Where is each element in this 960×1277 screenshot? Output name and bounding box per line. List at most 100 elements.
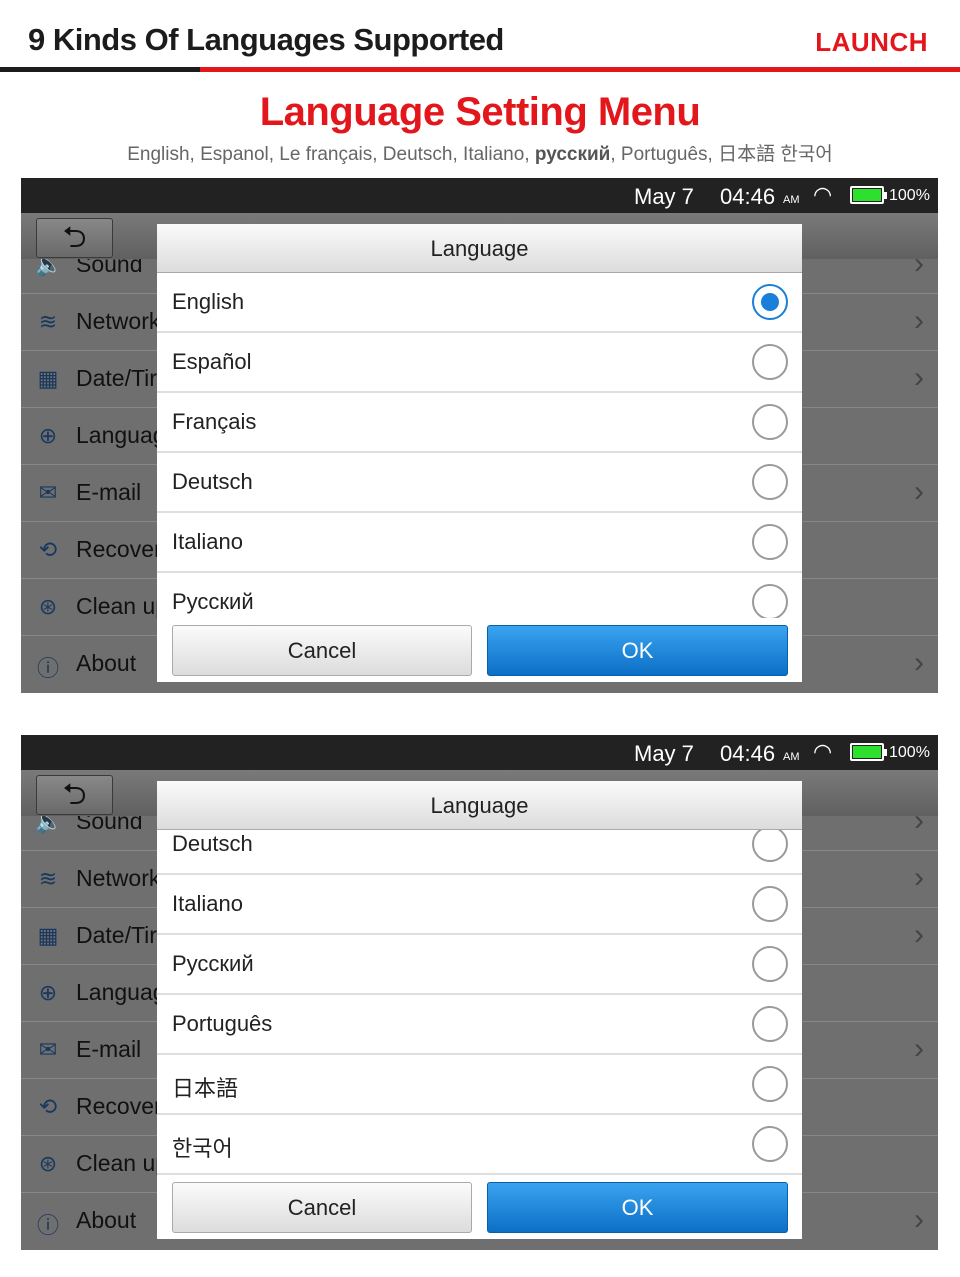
page-header-title: 9 Kinds Of Languages Supported — [28, 22, 504, 57]
settings-item-label: About — [76, 1207, 137, 1233]
language-option[interactable]: 한국어 — [157, 1115, 802, 1175]
back-arrow-icon: ⮌ — [62, 778, 87, 811]
radio-button[interactable] — [752, 946, 788, 982]
language-option[interactable]: Italiano — [157, 875, 802, 935]
header-rule — [0, 67, 200, 72]
clean-icon: ⊛ — [38, 1151, 58, 1176]
language-label: English — [172, 289, 245, 314]
info-icon: ⓘ — [36, 656, 59, 681]
radio-button[interactable] — [752, 1126, 788, 1162]
radio-button[interactable] — [752, 1006, 788, 1042]
cancel-button[interactable]: Cancel — [172, 625, 472, 676]
settings-item-label: E-mail — [76, 1036, 142, 1062]
settings-item-label: Network — [76, 865, 161, 891]
back-arrow-icon: ⮌ — [62, 221, 87, 254]
language-option[interactable]: English — [157, 273, 802, 333]
settings-item-label: Network — [76, 308, 161, 334]
languages-subtitle: English, Espanol, Le français, Deutsch, … — [0, 139, 960, 166]
chevron-right-icon: › — [914, 861, 924, 894]
language-option[interactable]: Italiano — [157, 513, 802, 573]
language-option[interactable]: Deutsch — [157, 453, 802, 513]
calendar-icon: ▦ — [37, 923, 59, 948]
section-heading: Language Setting Menu — [259, 90, 701, 134]
settings-item-label: Recover — [76, 1093, 162, 1119]
subtitle-text-end: , Português, 日本語 한국어 — [610, 144, 833, 165]
language-option[interactable]: Русский — [157, 573, 802, 618]
wifi-icon: ≋ — [38, 866, 58, 891]
language-label: Français — [172, 409, 257, 434]
radio-button[interactable] — [752, 1066, 788, 1102]
language-label: Русский — [172, 589, 254, 614]
wifi-icon: ≋ — [38, 309, 58, 334]
battery-percent: 100% — [889, 744, 930, 761]
radio-button[interactable] — [752, 404, 788, 440]
language-label: Русский — [172, 951, 254, 976]
radio-button[interactable] — [752, 464, 788, 500]
recovery-icon: ⟲ — [38, 537, 58, 562]
settings-item-label: Clean up — [76, 1150, 169, 1176]
ok-button[interactable]: OK — [487, 625, 788, 676]
radio-button[interactable] — [752, 524, 788, 560]
status-ampm: AM — [783, 194, 800, 206]
language-option[interactable]: Français — [157, 393, 802, 453]
language-option[interactable]: Русский — [157, 935, 802, 995]
language-option[interactable]: Português — [157, 995, 802, 1055]
radio-button[interactable] — [752, 886, 788, 922]
clean-icon: ⊛ — [38, 594, 58, 619]
dialog-title: Language — [157, 781, 802, 830]
status-time: 04:46 — [720, 184, 776, 209]
wifi-icon: ◠ — [813, 739, 833, 764]
globe-icon: ⊕ — [38, 980, 58, 1005]
back-button[interactable]: ⮌ — [36, 775, 113, 815]
header-rule-accent — [200, 67, 960, 72]
chevron-right-icon: › — [914, 1203, 924, 1236]
wifi-icon: ◠ — [813, 182, 833, 207]
language-label: Italiano — [172, 891, 243, 916]
language-label: 한국어 — [172, 1136, 233, 1161]
radio-button[interactable] — [752, 284, 788, 320]
chevron-right-icon: › — [914, 918, 924, 951]
language-dialog: Language English Español Français Deutsc… — [157, 224, 802, 682]
chevron-right-icon: › — [914, 1032, 924, 1065]
settings-item-label: Recover — [76, 536, 162, 562]
settings-item-label: Date/Tir — [76, 365, 157, 391]
back-button[interactable]: ⮌ — [36, 218, 113, 258]
language-option[interactable]: 日本語 — [157, 1055, 802, 1115]
settings-item-label: Date/Tir — [76, 922, 157, 948]
calendar-icon: ▦ — [37, 366, 59, 391]
device-screen: May 7 04:46 AM ◠ 100% 🔈 Sound › ≋ Networ… — [21, 735, 938, 1250]
language-label: Deutsch — [172, 831, 253, 856]
radio-button[interactable] — [752, 344, 788, 380]
chevron-right-icon: › — [914, 475, 924, 508]
settings-item-label: Clean up — [76, 593, 169, 619]
status-date: May 7 — [634, 741, 694, 766]
recovery-icon: ⟲ — [38, 1094, 58, 1119]
language-option[interactable]: Deutsch — [157, 830, 802, 875]
language-label: Español — [172, 349, 252, 374]
email-icon: ✉ — [38, 480, 58, 505]
ok-button[interactable]: OK — [487, 1182, 788, 1233]
chevron-right-icon: › — [914, 646, 924, 679]
settings-item-label: Languag — [76, 422, 166, 448]
settings-item-label: Languag — [76, 979, 166, 1005]
language-label: Italiano — [172, 529, 243, 554]
chevron-right-icon: › — [914, 361, 924, 394]
device-screen: May 7 04:46 AM ◠ 100% 🔈 Sound › ≋ Networ… — [21, 178, 938, 693]
battery-icon — [850, 743, 887, 761]
status-bar: May 7 04:46 AM ◠ 100% — [21, 178, 938, 213]
language-dialog: Language English Español Français Deutsc… — [157, 781, 802, 1239]
language-list[interactable]: English Español Français Deutsch Italian… — [157, 273, 802, 618]
status-date: May 7 — [634, 184, 694, 209]
language-label: 日本語 — [172, 1076, 239, 1101]
radio-button[interactable] — [752, 584, 788, 618]
email-icon: ✉ — [38, 1037, 58, 1062]
battery-icon — [850, 186, 887, 204]
chevron-right-icon: › — [914, 304, 924, 337]
cancel-button[interactable]: Cancel — [172, 1182, 472, 1233]
language-option[interactable]: Español — [157, 333, 802, 393]
subtitle-text: English, Espanol, Le français, Deutsch, … — [127, 144, 535, 165]
status-bar: May 7 04:46 AM ◠ 100% — [21, 735, 938, 770]
status-time: 04:46 — [720, 741, 776, 766]
radio-button[interactable] — [752, 830, 788, 862]
language-list[interactable]: English Español Français Deutsch Italian… — [157, 830, 802, 1175]
